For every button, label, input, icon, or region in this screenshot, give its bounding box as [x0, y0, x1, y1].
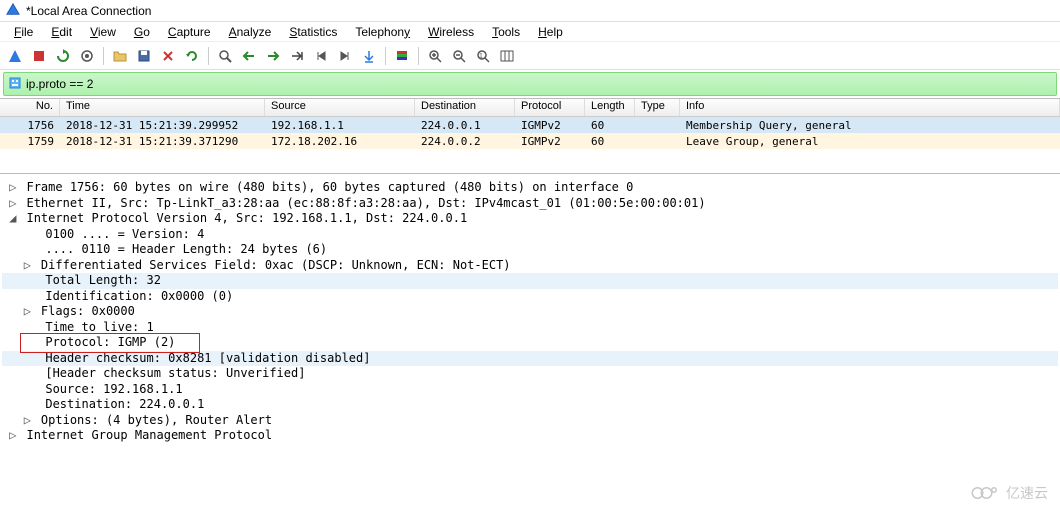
tree-ip-ttl[interactable]: Time to live: 1: [2, 320, 1058, 336]
toolbar-next[interactable]: [262, 45, 284, 67]
svg-text:1: 1: [479, 53, 483, 60]
toolbar-save[interactable]: [133, 45, 155, 67]
tree-ip-src[interactable]: Source: 192.168.1.1: [2, 382, 1058, 398]
toolbar-stop-capture[interactable]: [28, 45, 50, 67]
cell-info: Membership Query, general: [680, 119, 1060, 132]
col-protocol[interactable]: Protocol: [515, 99, 585, 116]
col-time[interactable]: Time: [60, 99, 265, 116]
col-source[interactable]: Source: [265, 99, 415, 116]
menu-wireless[interactable]: Wireless: [420, 23, 482, 41]
tree-ip[interactable]: ◢ Internet Protocol Version 4, Src: 192.…: [2, 211, 1058, 227]
toolbar-separator: [208, 47, 209, 65]
packet-list-header: No. Time Source Destination Protocol Len…: [0, 99, 1060, 117]
toolbar-separator: [385, 47, 386, 65]
tree-ip-dst[interactable]: Destination: 224.0.0.1: [2, 397, 1058, 413]
cell-protocol: IGMPv2: [515, 135, 585, 148]
display-filter-input[interactable]: [26, 77, 1056, 91]
toolbar-autoscroll[interactable]: [358, 45, 380, 67]
cell-length: 60: [585, 135, 635, 148]
cell-length: 60: [585, 119, 635, 132]
packet-list: No. Time Source Destination Protocol Len…: [0, 98, 1060, 173]
menu-statistics[interactable]: Statistics: [281, 23, 345, 41]
col-info[interactable]: Info: [680, 99, 1060, 116]
tree-ip-hlen[interactable]: .... 0110 = Header Length: 24 bytes (6): [2, 242, 1058, 258]
tree-frame[interactable]: ▷ Frame 1756: 60 bytes on wire (480 bits…: [2, 180, 1058, 196]
cell-source: 172.18.202.16: [265, 135, 415, 148]
tree-ip-proto[interactable]: Protocol: IGMP (2): [2, 335, 1058, 351]
cell-destination: 224.0.0.2: [415, 135, 515, 148]
tree-ip-opts[interactable]: ▷ Options: (4 bytes), Router Alert: [2, 413, 1058, 429]
menu-telephony[interactable]: Telephony: [347, 23, 418, 41]
toolbar-separator: [103, 47, 104, 65]
tree-ip-cksum[interactable]: Header checksum: 0x8281 [validation disa…: [2, 351, 1058, 367]
toolbar-zoom-reset[interactable]: 1: [472, 45, 494, 67]
window-title: *Local Area Connection: [26, 4, 151, 18]
col-destination[interactable]: Destination: [415, 99, 515, 116]
toolbar-reload[interactable]: [181, 45, 203, 67]
cell-no: 1759: [0, 135, 60, 148]
packet-row[interactable]: 1756 2018-12-31 15:21:39.299952 192.168.…: [0, 117, 1060, 133]
cell-source: 192.168.1.1: [265, 119, 415, 132]
toolbar-jump[interactable]: [286, 45, 308, 67]
packet-row[interactable]: 1759 2018-12-31 15:21:39.371290 172.18.2…: [0, 133, 1060, 149]
expand-icon[interactable]: ▷: [9, 180, 19, 196]
toolbar: 1: [0, 42, 1060, 70]
toolbar-separator: [418, 47, 419, 65]
cell-destination: 224.0.0.1: [415, 119, 515, 132]
tree-ip-version[interactable]: 0100 .... = Version: 4: [2, 227, 1058, 243]
display-filter-bar[interactable]: [3, 72, 1057, 96]
toolbar-restart-capture[interactable]: [52, 45, 74, 67]
toolbar-close[interactable]: [157, 45, 179, 67]
cell-time: 2018-12-31 15:21:39.371290: [60, 135, 265, 148]
cell-protocol: IGMPv2: [515, 119, 585, 132]
watermark-text: 亿速云: [1006, 483, 1048, 503]
expand-icon[interactable]: ▷: [9, 428, 19, 444]
titlebar: *Local Area Connection: [0, 0, 1060, 22]
toolbar-last[interactable]: [334, 45, 356, 67]
menu-file[interactable]: File: [6, 23, 41, 41]
toolbar-zoom-in[interactable]: [424, 45, 446, 67]
expand-icon[interactable]: ▷: [24, 258, 34, 274]
toolbar-first[interactable]: [310, 45, 332, 67]
tree-ip-id[interactable]: Identification: 0x0000 (0): [2, 289, 1058, 305]
collapse-icon[interactable]: ◢: [9, 211, 19, 227]
toolbar-zoom-out[interactable]: [448, 45, 470, 67]
menubar: File Edit View Go Capture Analyze Statis…: [0, 22, 1060, 42]
packet-details[interactable]: ▷ Frame 1756: 60 bytes on wire (480 bits…: [0, 173, 1060, 454]
toolbar-start-capture[interactable]: [4, 45, 26, 67]
app-icon: [6, 2, 20, 19]
toolbar-options[interactable]: [76, 45, 98, 67]
toolbar-resize-columns[interactable]: [496, 45, 518, 67]
expand-icon[interactable]: ▷: [24, 413, 34, 429]
tree-ip-flags[interactable]: ▷ Flags: 0x0000: [2, 304, 1058, 320]
expand-icon[interactable]: ▷: [24, 304, 34, 320]
toolbar-find[interactable]: [214, 45, 236, 67]
tree-ethernet[interactable]: ▷ Ethernet II, Src: Tp-LinkT_a3:28:aa (e…: [2, 196, 1058, 212]
toolbar-colorize[interactable]: [391, 45, 413, 67]
menu-edit[interactable]: Edit: [43, 23, 80, 41]
menu-view[interactable]: View: [82, 23, 124, 41]
expand-icon[interactable]: ▷: [9, 196, 19, 212]
cell-no: 1756: [0, 119, 60, 132]
watermark: 亿速云: [970, 483, 1048, 503]
menu-tools[interactable]: Tools: [484, 23, 528, 41]
menu-help[interactable]: Help: [530, 23, 571, 41]
col-type[interactable]: Type: [635, 99, 680, 116]
col-length[interactable]: Length: [585, 99, 635, 116]
menu-go[interactable]: Go: [126, 23, 158, 41]
toolbar-prev[interactable]: [238, 45, 260, 67]
cell-info: Leave Group, general: [680, 135, 1060, 148]
menu-analyze[interactable]: Analyze: [221, 23, 280, 41]
cell-time: 2018-12-31 15:21:39.299952: [60, 119, 265, 132]
tree-ip-dsfield[interactable]: ▷ Differentiated Services Field: 0xac (D…: [2, 258, 1058, 274]
toolbar-open[interactable]: [109, 45, 131, 67]
col-no[interactable]: No.: [0, 99, 60, 116]
tree-ip-cksum-status[interactable]: [Header checksum status: Unverified]: [2, 366, 1058, 382]
tree-igmp[interactable]: ▷ Internet Group Management Protocol: [2, 428, 1058, 444]
filter-icon: [8, 76, 26, 93]
menu-capture[interactable]: Capture: [160, 23, 219, 41]
tree-ip-totlen[interactable]: Total Length: 32: [2, 273, 1058, 289]
